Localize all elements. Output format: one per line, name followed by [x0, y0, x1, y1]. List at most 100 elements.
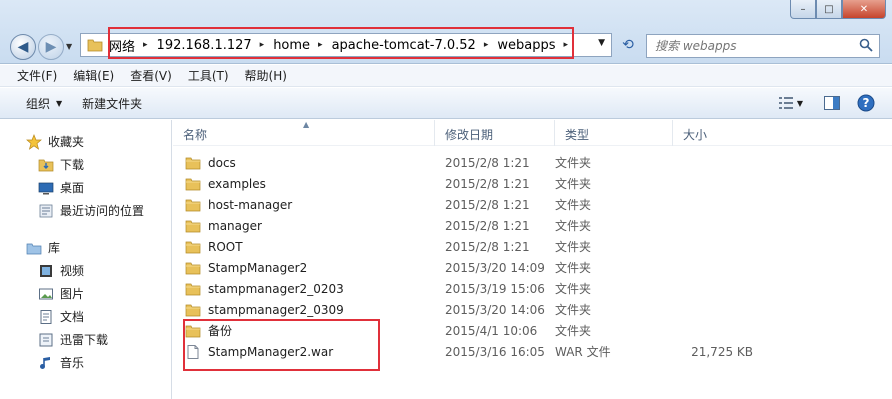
title-bar: – □ ✕ ◀ ▶ ▼ 网络 ▸ 192.168.1.127 ▸ home ▸ apache… [0, 0, 892, 64]
file-name-cell: manager [173, 218, 435, 234]
nav-item-music[interactable]: 音乐 [0, 351, 171, 374]
file-row[interactable]: stampmanager2_0309 2015/3/20 14:06 文件夹 [173, 299, 753, 320]
file-name-cell: stampmanager2_0309 [173, 302, 435, 318]
file-name-cell: host-manager [173, 197, 435, 213]
breadcrumb-separator-icon[interactable]: ▸ [484, 40, 489, 50]
breadcrumb-item[interactable]: home [273, 38, 310, 53]
nav-item-pictures[interactable]: 图片 [0, 282, 171, 305]
breadcrumb-item[interactable]: webapps [497, 38, 555, 53]
nav-item-downloads[interactable]: 下载 [0, 153, 171, 176]
help-button[interactable]: ? [856, 93, 876, 113]
sort-ascending-icon: ▲ [303, 120, 310, 129]
recent-pages-dropdown[interactable]: ▼ [66, 42, 72, 51]
folder-icon [185, 281, 201, 297]
breadcrumb-item[interactable]: 网络 [109, 36, 135, 55]
back-button[interactable]: ◀ [10, 34, 36, 60]
nav-favorites[interactable]: 收藏夹 [0, 130, 171, 153]
menu-file[interactable]: 文件(F) [10, 65, 64, 86]
help-icon: ? [857, 94, 875, 112]
search-box[interactable] [646, 34, 880, 58]
column-header-type[interactable]: 类型 [555, 120, 673, 146]
file-name-cell: StampManager2.war [173, 344, 435, 360]
recent-places-icon [38, 203, 54, 219]
nav-libraries-label: 库 [48, 241, 61, 255]
menu-edit[interactable]: 编辑(E) [66, 65, 121, 86]
refresh-button[interactable]: ⟲ [616, 35, 640, 55]
nav-item-label: 桌面 [60, 181, 85, 195]
nav-item-documents[interactable]: 文档 [0, 305, 171, 328]
breadcrumb-separator-icon[interactable]: ▸ [563, 40, 568, 50]
downloads-folder-icon [38, 157, 54, 173]
menu-view[interactable]: 查看(V) [123, 65, 179, 86]
file-name: stampmanager2_0309 [208, 302, 344, 317]
address-bar[interactable]: 网络 ▸ 192.168.1.127 ▸ home ▸ apache-tomcat-7.0.… [80, 33, 612, 57]
folder-icon [185, 197, 201, 213]
file-row[interactable]: ROOT 2015/2/8 1:21 文件夹 [173, 236, 753, 257]
download-library-icon [38, 332, 54, 348]
breadcrumb-separator-icon[interactable]: ▸ [143, 40, 148, 50]
maximize-button[interactable]: □ [816, 0, 842, 19]
file-row[interactable]: StampManager2 2015/3/20 14:09 文件夹 [173, 257, 753, 278]
file-type: 文件夹 [555, 282, 592, 296]
folder-icon [87, 39, 103, 52]
file-row[interactable]: 备份 2015/4/1 10:06 文件夹 [173, 320, 753, 341]
file-type: 文件夹 [555, 219, 592, 233]
minimize-button[interactable]: – [790, 0, 816, 19]
nav-item-videos[interactable]: 视频 [0, 259, 171, 282]
search-input[interactable] [655, 39, 855, 53]
document-icon [38, 309, 54, 325]
file-date: 2015/2/8 1:21 [445, 155, 530, 170]
file-type: 文件夹 [555, 303, 592, 317]
nav-libraries[interactable]: 库 [0, 236, 171, 259]
file-date: 2015/4/1 10:06 [445, 323, 538, 338]
breadcrumb-separator-icon[interactable]: ▸ [318, 40, 323, 50]
file-row[interactable]: manager 2015/2/8 1:21 文件夹 [173, 215, 753, 236]
forward-button[interactable]: ▶ [38, 34, 64, 60]
forward-arrow-icon: ▶ [45, 39, 57, 55]
file-icon [185, 344, 201, 360]
file-row[interactable]: StampManager2.war 2015/3/16 16:05 WAR 文件 21… [173, 341, 753, 362]
file-name-cell: StampManager2 [173, 260, 435, 276]
file-row[interactable]: examples 2015/2/8 1:21 文件夹 [173, 173, 753, 194]
svg-text:?: ? [863, 96, 870, 110]
column-header-size[interactable]: 大小 [673, 120, 773, 146]
menu-tools[interactable]: 工具(T) [181, 65, 236, 86]
nav-item-xunlei-downloads[interactable]: 迅雷下载 [0, 328, 171, 351]
chevron-down-icon: ▼ [56, 98, 63, 108]
window-controls: – □ ✕ [790, 0, 886, 19]
nav-item-desktop[interactable]: 桌面 [0, 176, 171, 199]
file-name: manager [208, 218, 262, 233]
file-name-cell: docs [173, 155, 435, 171]
file-row[interactable]: docs 2015/2/8 1:21 文件夹 [173, 152, 753, 173]
file-row[interactable]: stampmanager2_0203 2015/3/19 15:06 文件夹 [173, 278, 753, 299]
breadcrumb-item[interactable]: 192.168.1.127 [157, 38, 252, 53]
file-name: stampmanager2_0203 [208, 281, 344, 296]
star-icon [26, 133, 42, 150]
folder-icon [185, 302, 201, 318]
breadcrumb: 网络 ▸ 192.168.1.127 ▸ home ▸ apache-tomcat-7.0.… [109, 36, 577, 55]
file-list: 名称 修改日期 类型 大小 ▲ docs 2015/2/8 1:21 文件夹 exam… [173, 120, 892, 399]
file-date: 2015/2/8 1:21 [445, 239, 530, 254]
nav-item-label: 图片 [60, 287, 85, 301]
folder-icon [185, 176, 201, 192]
file-name: examples [208, 176, 266, 191]
new-folder-label: 新建文件夹 [82, 96, 143, 111]
nav-favorites-label: 收藏夹 [48, 135, 85, 149]
new-folder-button[interactable]: 新建文件夹 [72, 91, 152, 116]
breadcrumb-item[interactable]: apache-tomcat-7.0.52 [332, 38, 476, 53]
file-date: 2015/3/20 14:09 [445, 260, 545, 275]
column-header-date[interactable]: 修改日期 [435, 120, 555, 146]
close-button[interactable]: ✕ [842, 0, 886, 19]
organize-button[interactable]: 组织 ▼ [16, 91, 72, 116]
address-dropdown-icon[interactable]: ▼ [598, 38, 605, 48]
view-options-button[interactable]: ▼ [774, 93, 808, 113]
file-name-cell: stampmanager2_0203 [173, 281, 435, 297]
breadcrumb-separator-icon[interactable]: ▸ [260, 40, 265, 50]
nav-item-label: 视频 [60, 264, 85, 278]
file-name: StampManager2 [208, 260, 308, 275]
preview-pane-button[interactable] [822, 93, 842, 113]
file-type: 文件夹 [555, 261, 592, 275]
menu-help[interactable]: 帮助(H) [238, 65, 294, 86]
nav-item-recent-places[interactable]: 最近访问的位置 [0, 199, 171, 222]
file-row[interactable]: host-manager 2015/2/8 1:21 文件夹 [173, 194, 753, 215]
